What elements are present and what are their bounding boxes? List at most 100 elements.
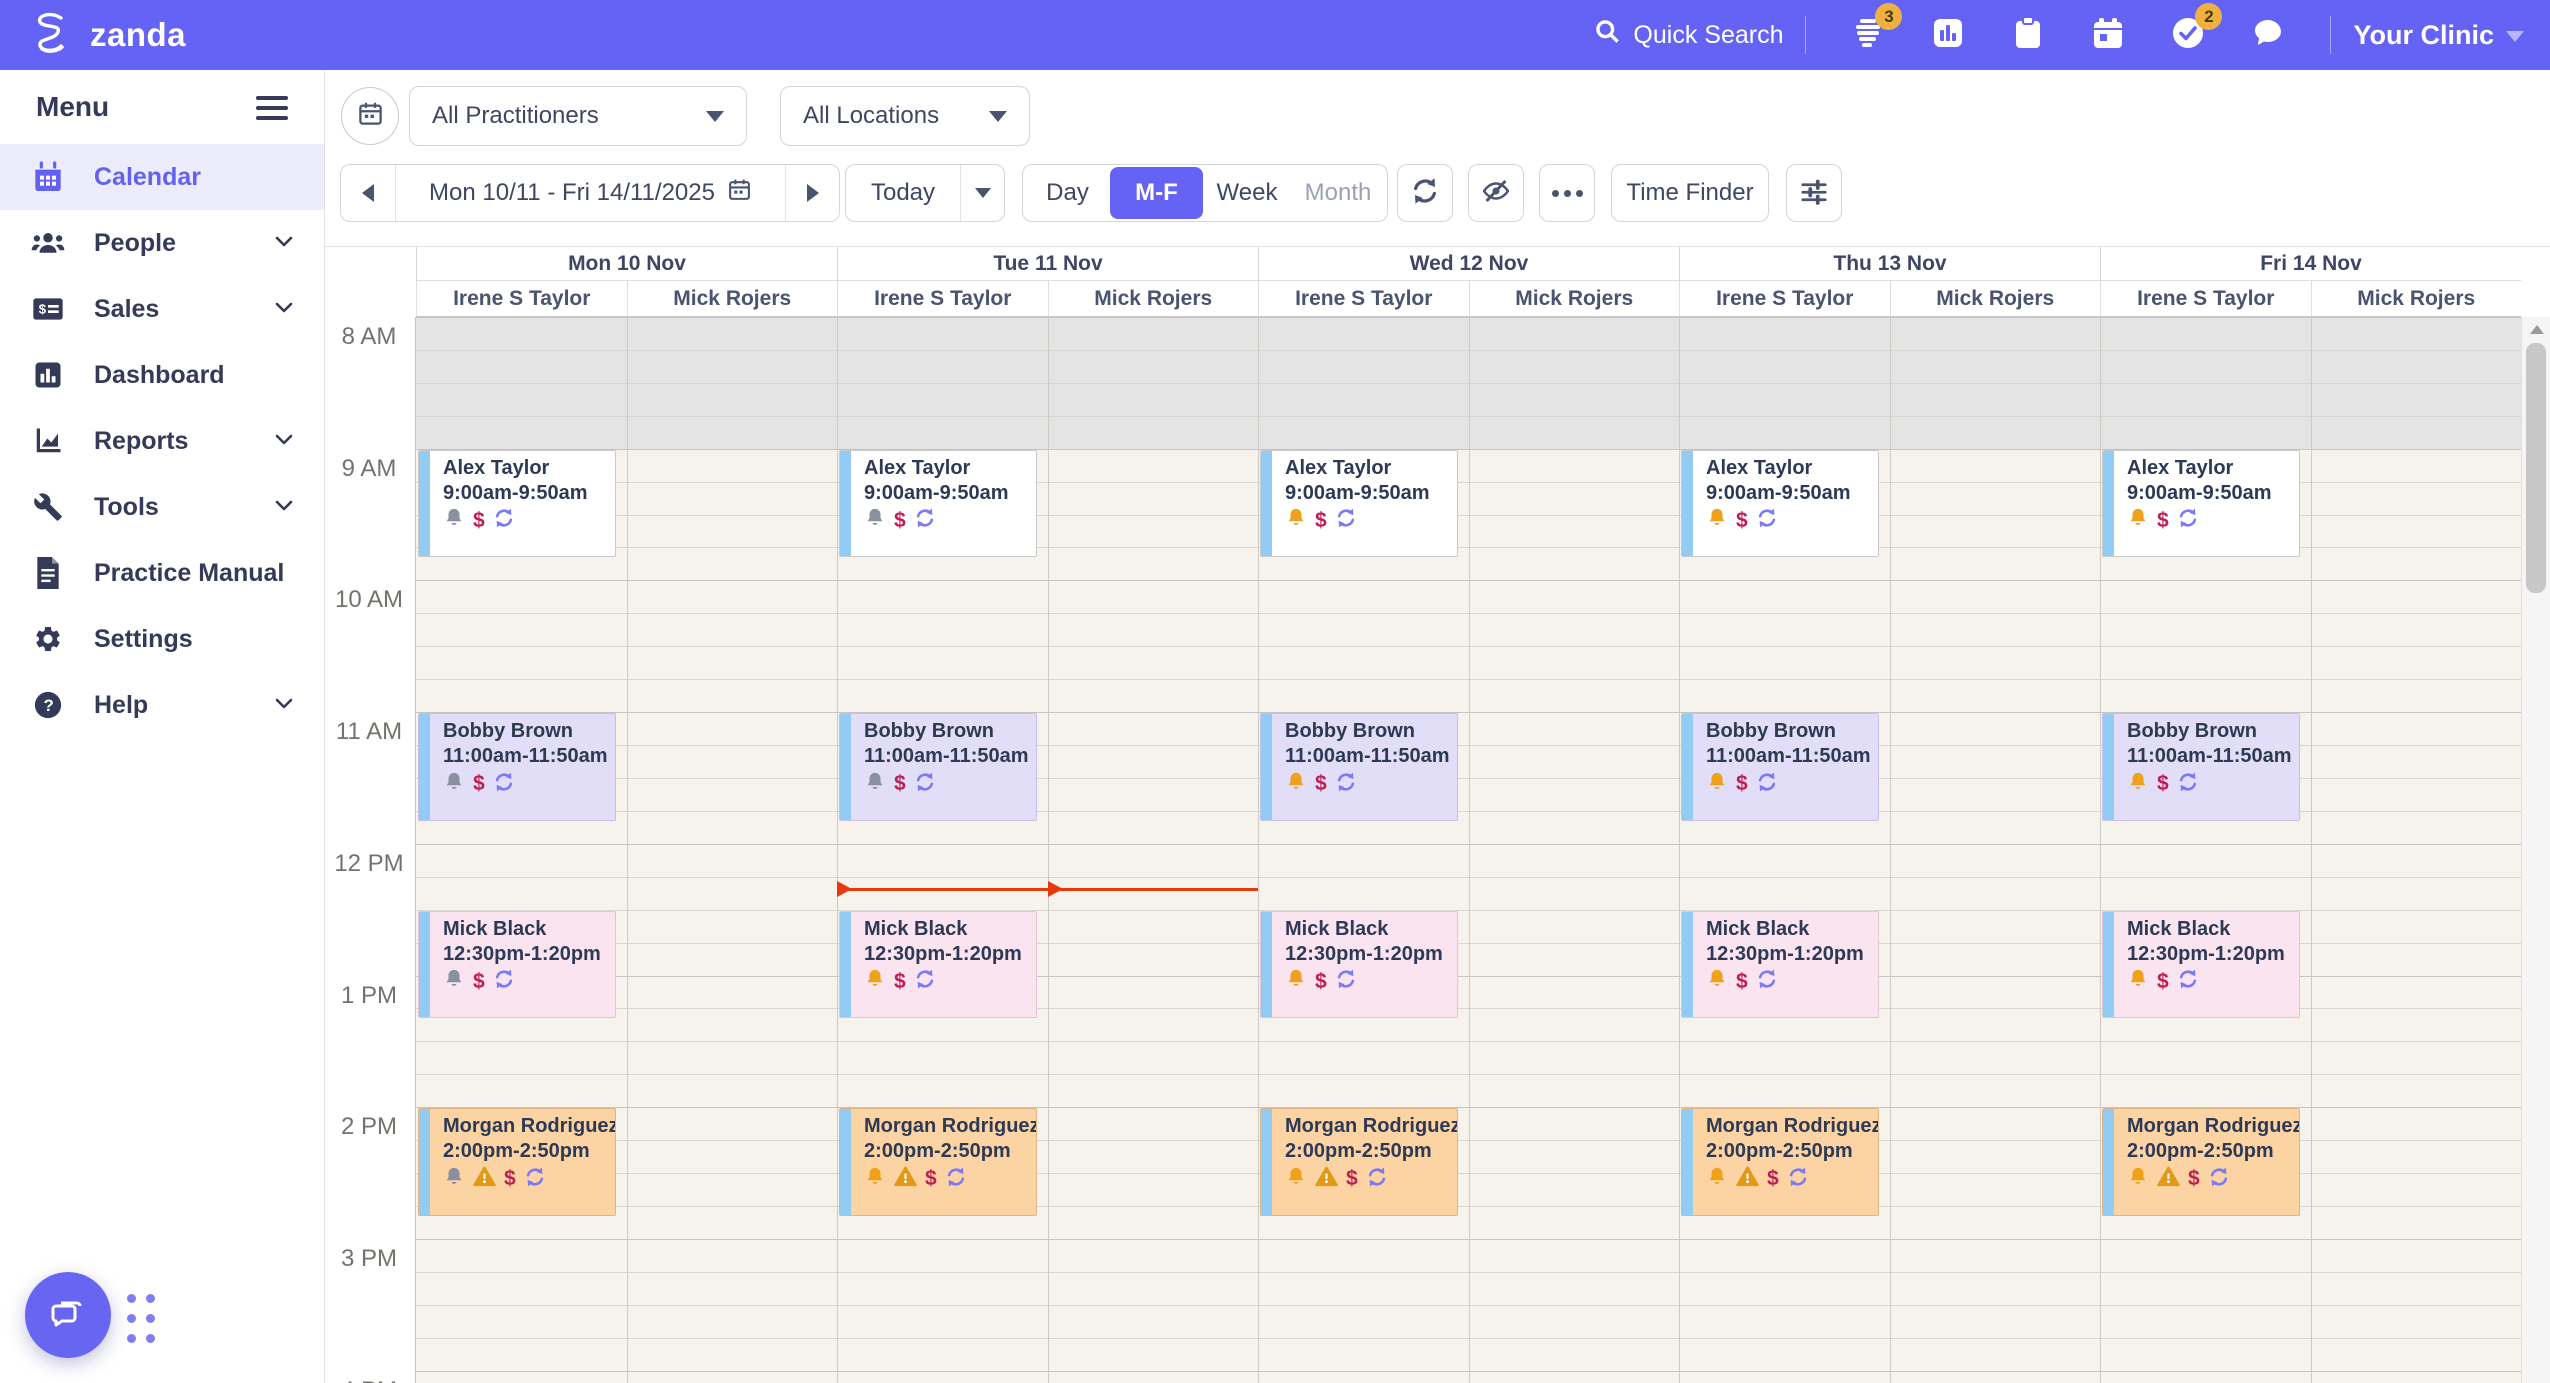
appointment[interactable]: Bobby Brown11:00am-11:50am$ bbox=[839, 713, 1037, 821]
appointment[interactable]: Bobby Brown11:00am-11:50am$ bbox=[418, 713, 616, 821]
notes-nav-button[interactable] bbox=[2003, 10, 2053, 60]
sidebar-item-calendar[interactable]: Calendar bbox=[0, 144, 324, 210]
widget-drag-handle[interactable] bbox=[127, 1294, 155, 1343]
appointment[interactable]: Alex Taylor9:00am-9:50am$ bbox=[418, 450, 616, 558]
reminder-bell-icon bbox=[1285, 507, 1307, 534]
appointment-time: 9:00am-9:50am bbox=[1285, 481, 1451, 506]
view-day-button[interactable]: Day bbox=[1025, 167, 1110, 219]
date-range-button[interactable]: Mon 10/11 - Fri 14/11/2025 bbox=[395, 165, 785, 221]
appointment[interactable]: Mick Black12:30pm-1:20pm$ bbox=[1260, 911, 1458, 1019]
day-header-thu-13-nov: Thu 13 Nov bbox=[1679, 247, 2100, 281]
appointment[interactable]: Morgan Rodriguez2:00pm-2:50pm$ bbox=[1681, 1108, 1879, 1216]
sidebar-item-help[interactable]: ?Help bbox=[0, 672, 324, 738]
appointment[interactable]: Bobby Brown11:00am-11:50am$ bbox=[1681, 713, 1879, 821]
appointment-flag-strip bbox=[1682, 1109, 1693, 1215]
appointment-client-name: Morgan Rodriguez bbox=[864, 1114, 1030, 1139]
billing-icon: $ bbox=[473, 971, 485, 993]
sidebar-item-practice-manual[interactable]: Practice Manual bbox=[0, 540, 324, 606]
locations-filter-select[interactable]: All Locations bbox=[780, 86, 1030, 146]
appointment-icons: $ bbox=[1706, 1167, 1872, 1191]
sidebar-item-sales[interactable]: $Sales bbox=[0, 276, 324, 342]
recurring-icon bbox=[2177, 507, 2199, 534]
appointment[interactable]: Mick Black12:30pm-1:20pm$ bbox=[839, 911, 1037, 1019]
navbar-divider bbox=[1805, 16, 1806, 54]
refresh-button[interactable] bbox=[1397, 164, 1453, 222]
time-finder-button[interactable]: Time Finder bbox=[1611, 164, 1769, 222]
view-switcher: Day M-F Week Month bbox=[1022, 164, 1388, 222]
view-mf-button[interactable]: M-F bbox=[1110, 167, 1203, 219]
appointment[interactable]: Mick Black12:30pm-1:20pm$ bbox=[2102, 911, 2300, 1019]
appointment[interactable]: Morgan Rodriguez2:00pm-2:50pm$ bbox=[418, 1108, 616, 1216]
appointment-icons: $ bbox=[443, 772, 609, 796]
clinic-menu-button[interactable]: Your Clinic bbox=[2353, 20, 2524, 51]
day-header-wed-12-nov: Wed 12 Nov bbox=[1258, 247, 1679, 281]
recurring-icon bbox=[493, 507, 515, 534]
appointment-time: 12:30pm-1:20pm bbox=[2127, 942, 2293, 967]
appointment-flag-strip bbox=[2103, 912, 2114, 1018]
scrollbar-thumb[interactable] bbox=[2526, 343, 2546, 593]
appointment[interactable]: Mick Black12:30pm-1:20pm$ bbox=[418, 911, 616, 1019]
appointment[interactable]: Mick Black12:30pm-1:20pm$ bbox=[1681, 911, 1879, 1019]
sidebar-item-label: Sales bbox=[94, 295, 272, 324]
messages-button[interactable] bbox=[2243, 10, 2293, 60]
tasks-button[interactable]: 2 bbox=[2163, 10, 2213, 60]
sidebar-item-tools[interactable]: Tools bbox=[0, 474, 324, 540]
appointment[interactable]: Alex Taylor9:00am-9:50am$ bbox=[2102, 450, 2300, 558]
appointment-time: 2:00pm-2:50pm bbox=[1706, 1139, 1872, 1164]
view-month-button[interactable]: Month bbox=[1291, 167, 1385, 219]
calendar-nav-button[interactable] bbox=[2083, 10, 2133, 60]
quick-search-button[interactable]: Quick Search bbox=[1594, 18, 1783, 52]
collapse-menu-button[interactable] bbox=[256, 94, 288, 120]
appointment[interactable]: Morgan Rodriguez2:00pm-2:50pm$ bbox=[839, 1108, 1037, 1216]
appointment-flag-strip bbox=[840, 1109, 851, 1215]
practitioner-header: Mick Rojers bbox=[1048, 281, 1259, 317]
waitlist-button[interactable]: 3 bbox=[1843, 10, 1893, 60]
calendar-grid[interactable]: 8 AM9 AM10 AM11 AM12 PM1 PM2 PM3 PM4 PMA… bbox=[325, 317, 2550, 1383]
more-options-button[interactable] bbox=[1539, 164, 1595, 222]
sidebar-item-reports[interactable]: Reports bbox=[0, 408, 324, 474]
chevron-down-icon bbox=[989, 111, 1007, 122]
sidebar-item-people[interactable]: People bbox=[0, 210, 324, 276]
sidebar-item-dashboard[interactable]: Dashboard bbox=[0, 342, 324, 408]
sliders-icon bbox=[1799, 176, 1829, 211]
chevron-down-icon bbox=[272, 427, 296, 456]
appointment[interactable]: Alex Taylor9:00am-9:50am$ bbox=[1681, 450, 1879, 558]
practitioner-header: Irene S Taylor bbox=[2100, 281, 2311, 317]
tools-icon bbox=[30, 489, 66, 525]
appointment[interactable]: Morgan Rodriguez2:00pm-2:50pm$ bbox=[1260, 1108, 1458, 1216]
appointment-client-name: Bobby Brown bbox=[1285, 719, 1451, 744]
today-dropdown-button[interactable] bbox=[960, 165, 1004, 221]
reminder-bell-icon bbox=[2127, 1166, 2149, 1193]
recurring-icon bbox=[1335, 507, 1357, 534]
recurring-icon bbox=[1756, 507, 1778, 534]
warning-icon bbox=[473, 1165, 496, 1193]
view-week-button[interactable]: Week bbox=[1203, 167, 1291, 219]
appointment-flag-strip bbox=[840, 714, 851, 820]
appointment[interactable]: Alex Taylor9:00am-9:50am$ bbox=[1260, 450, 1458, 558]
appointment-client-name: Bobby Brown bbox=[864, 719, 1030, 744]
chevron-down-icon bbox=[272, 493, 296, 522]
support-chat-button[interactable] bbox=[25, 1272, 111, 1358]
appointment[interactable]: Bobby Brown11:00am-11:50am$ bbox=[2102, 713, 2300, 821]
appointment-client-name: Mick Black bbox=[864, 917, 1030, 942]
recurring-icon bbox=[524, 1166, 546, 1193]
hide-cancelled-button[interactable] bbox=[1468, 164, 1524, 222]
billing-icon: $ bbox=[894, 510, 906, 532]
scroll-up-arrow-icon[interactable] bbox=[2530, 325, 2544, 334]
appointment-time: 12:30pm-1:20pm bbox=[1706, 942, 1872, 967]
today-button[interactable]: Today bbox=[846, 165, 960, 221]
appointment[interactable]: Bobby Brown11:00am-11:50am$ bbox=[1260, 713, 1458, 821]
practitioners-filter-select[interactable]: All Practitioners bbox=[409, 86, 747, 146]
reports-nav-button[interactable] bbox=[1923, 10, 1973, 60]
reminder-bell-icon bbox=[1285, 968, 1307, 995]
billing-icon: $ bbox=[1315, 971, 1327, 993]
vertical-scrollbar[interactable] bbox=[2521, 317, 2550, 1383]
prev-week-button[interactable] bbox=[341, 165, 395, 221]
calendar-settings-button[interactable] bbox=[1786, 164, 1842, 222]
next-week-button[interactable] bbox=[785, 165, 839, 221]
appointment[interactable]: Morgan Rodriguez2:00pm-2:50pm$ bbox=[2102, 1108, 2300, 1216]
appointment[interactable]: Alex Taylor9:00am-9:50am$ bbox=[839, 450, 1037, 558]
sidebar-item-settings[interactable]: Settings bbox=[0, 606, 324, 672]
mini-calendar-button[interactable] bbox=[341, 87, 399, 145]
reports-icon bbox=[30, 423, 66, 459]
